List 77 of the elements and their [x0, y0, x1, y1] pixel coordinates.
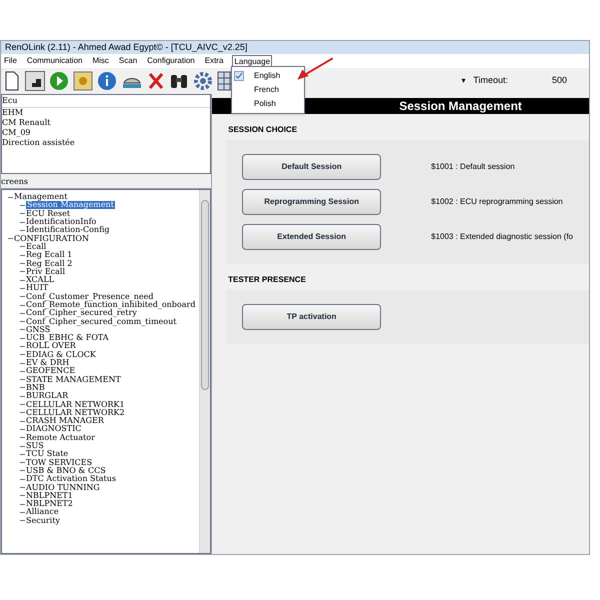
menu-item[interactable]: Language	[232, 54, 272, 68]
tree-item[interactable]: EDIAG & CLOCK	[26, 350, 96, 359]
caret-icon[interactable]: ▾	[461, 75, 466, 87]
tree-item[interactable]: GNSS	[26, 326, 50, 334]
session-button[interactable]: Extended Session	[242, 224, 382, 250]
ecu-item[interactable]: EHM	[2, 108, 210, 118]
session-description: $1001 : Default session	[431, 161, 515, 173]
scroll-thumb[interactable]	[201, 200, 210, 390]
tree-item[interactable]: Conf_Cipher_secured_retry	[26, 309, 137, 318]
menu-item[interactable]: Scan	[118, 55, 138, 67]
tree-item[interactable]: Alliance	[26, 508, 59, 516]
tree-item[interactable]: HUIT	[26, 284, 48, 292]
tree-item[interactable]: CRASH MANAGER	[26, 417, 104, 426]
gear-icon[interactable]	[193, 71, 213, 91]
tree-item[interactable]: USB & BNO & CCS	[26, 466, 106, 475]
tree-item[interactable]: BNB	[26, 384, 45, 392]
tree-item[interactable]: Reg Ecall 1	[26, 251, 72, 260]
session-button[interactable]: Default Session	[242, 154, 382, 180]
session-button[interactable]: Reprogramming Session	[242, 189, 382, 215]
tree-item[interactable]: Priv Ecall	[26, 268, 66, 276]
stairs-icon[interactable]	[25, 71, 45, 91]
tree-item[interactable]: TOW SERVICES	[26, 458, 92, 467]
tree-item[interactable]: NBLPNET2	[26, 500, 73, 508]
tree-item[interactable]: UCB_EBHC & FOTA	[26, 334, 109, 342]
document-icon[interactable]	[3, 71, 21, 91]
tree-item[interactable]: DIAGNOSTIC	[26, 425, 82, 434]
language-option[interactable]: English	[232, 69, 304, 83]
tree-item[interactable]: Session Management	[26, 201, 115, 210]
menu-item[interactable]: Misc	[91, 55, 110, 67]
list-header: Ecu	[2, 95, 210, 108]
close-icon[interactable]	[147, 71, 165, 91]
ecu-item[interactable]: Direction assistée	[2, 138, 210, 148]
play-icon[interactable]	[49, 71, 69, 91]
menu-item[interactable]: Extra	[204, 55, 224, 67]
timeout-label: Timeout:	[473, 74, 508, 88]
tree-item[interactable]: GEOFENCE	[26, 367, 76, 376]
language-option[interactable]: French	[232, 83, 304, 97]
tree-item[interactable]: CONFIGURATION	[14, 234, 89, 243]
tree-item[interactable]: AUDIO TUNNING	[26, 484, 100, 492]
menu-item[interactable]: File	[3, 55, 18, 67]
session-description: $1003 : Extended diagnostic session (fo	[431, 231, 573, 243]
tree-item[interactable]: Conf_Remote_function_inhibited_onboard	[26, 301, 196, 309]
ecu-item[interactable]: CM Renault	[2, 118, 210, 128]
session-description: $1002 : ECU reprogramming session	[431, 196, 563, 208]
tree-item[interactable]: ROLL OVER	[26, 342, 76, 350]
tree-item[interactable]: XCALL	[26, 276, 54, 284]
session-button[interactable]: TP activation	[242, 304, 382, 330]
tree-item[interactable]: BURGLAR	[26, 392, 68, 400]
section-title: TESTER PRESENCE	[228, 274, 307, 286]
ecu-item[interactable]: CM_09	[2, 128, 210, 138]
tree-item[interactable]: ECU Reset	[26, 210, 70, 218]
tree-item[interactable]: Identification-Config	[26, 226, 110, 234]
tree-item[interactable]: STATE MANAGEMENT	[26, 376, 121, 384]
tree-item[interactable]: Ecall	[26, 242, 46, 251]
tree-item[interactable]: Conf_Customer_Presence_need	[26, 292, 154, 301]
menu-item[interactable]: Communication	[26, 55, 84, 67]
tree-item[interactable]: Reg Ecall 2	[26, 260, 72, 268]
tree-item[interactable]: Management	[14, 193, 68, 202]
section-title: SESSION CHOICE	[228, 124, 298, 136]
panel-title: Session Management	[399, 98, 522, 115]
tree-item[interactable]: CELLULAR NETWORK2	[26, 408, 125, 417]
menu-item[interactable]: Configuration	[146, 55, 196, 67]
tree-item[interactable]: EV & DRH	[26, 359, 70, 368]
info-icon[interactable]	[97, 71, 117, 91]
tree-item[interactable]: Conf_Cipher_secured_comm_timeout	[26, 318, 176, 326]
timeout-value: 500	[552, 74, 567, 88]
window-title: RenOLink (2.11) - Ahmed Awad Egypt© - [TCU_AIVC_v2.25]	[5, 43, 248, 52]
tree-item[interactable]: SUS	[26, 442, 44, 450]
scrollbar[interactable]	[199, 190, 210, 553]
tree-item[interactable]: DTC Activation Status	[26, 475, 116, 484]
tree-item[interactable]: NBLPNET1	[26, 492, 73, 500]
tree-item[interactable]: CELLULAR NETWORK1	[26, 400, 125, 409]
tree-item[interactable]: IdentificationInfo	[26, 218, 96, 226]
tree-item[interactable]: Security	[26, 516, 60, 525]
language-option[interactable]: Polish	[232, 97, 304, 111]
tree-item[interactable]: TCU State	[26, 450, 68, 458]
tree-item[interactable]: Remote Actuator	[26, 434, 95, 442]
